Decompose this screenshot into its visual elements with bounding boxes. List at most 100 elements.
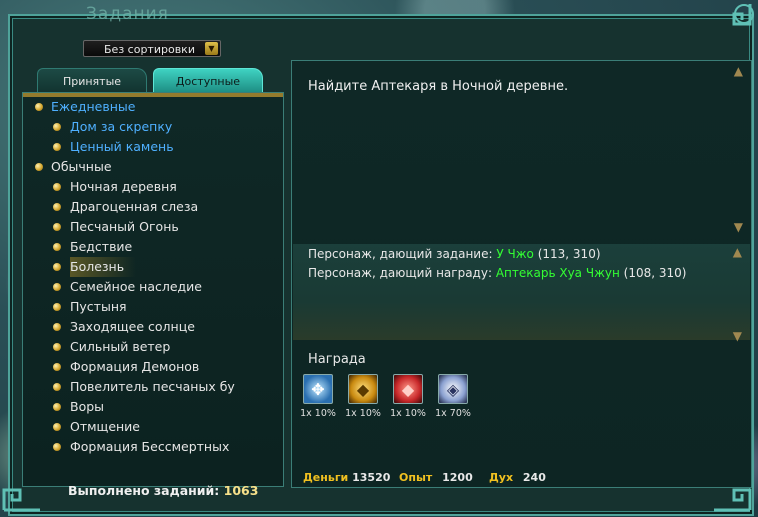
completed-quests: Выполнено заданий: 1063 [68,483,258,498]
category-normal[interactable]: Обычные [23,157,283,177]
bullet-icon [53,343,61,351]
bullet-icon [53,383,61,391]
spirit-stat: Дух 240 [489,471,546,484]
scroll-down-icon[interactable]: ▼ [733,330,742,342]
bullet-icon [53,283,61,291]
quest-item[interactable]: Отмщение [23,417,283,437]
quest-label: Отмщение [70,419,141,434]
quest-item[interactable]: Семейное наследие [23,277,283,297]
quest-item[interactable]: Песчаный Огонь [23,217,283,237]
quest-label: Семейное наследие [70,279,202,294]
quest-item-selected[interactable]: Болезнь [23,257,283,277]
bullet-icon [53,323,61,331]
quest-item[interactable]: Сильный ветер [23,337,283,357]
bullet-icon [53,403,61,411]
silver-crystal-icon: ◈ [446,379,460,399]
quest-item[interactable]: Ночная деревня [23,177,283,197]
reward-title: Награда [308,352,366,367]
quest-window: Задания Без сортировки ▼ Принятые Доступ… [8,4,754,516]
quest-item[interactable]: Пустыня [23,297,283,317]
quest-label: Воры [70,399,105,414]
completed-value: 1063 [223,483,259,498]
receiver-label: Персонаж, дающий награду: [308,266,492,280]
bullet-icon [53,303,61,311]
receiver-name-link[interactable]: Аптекарь Хуа Чжун [496,266,620,280]
money-stat: Деньги 13520 [303,471,390,484]
category-label: Обычные [51,159,112,174]
corner-ornament-icon [732,4,754,26]
quest-description: Найдите Аптекаря в Ночной деревне. [308,79,569,94]
quest-label: Пустыня [70,299,127,314]
corner-ornament-icon [2,488,40,512]
window-title: Задания [86,4,169,24]
quest-item[interactable]: Формация Бессмертных [23,437,283,457]
quest-label: Бедствие [70,239,133,254]
bullet-icon [35,163,43,171]
giver-coords: (113, 310) [537,247,601,261]
exp-stat: Опыт 1200 [399,471,473,484]
quest-label: Формация Демонов [70,359,200,374]
bullet-icon [53,443,61,451]
quest-label: Драгоценная слеза [70,199,199,214]
quest-item[interactable]: Заходящее солнце [23,317,283,337]
tab-available-label: Доступные [175,75,241,88]
tab-accepted[interactable]: Принятые [37,68,147,92]
chevron-down-icon[interactable]: ▼ [205,42,218,55]
exp-label: Опыт [399,471,433,484]
money-value: 13520 [352,471,391,484]
completed-label: Выполнено заданий: [68,483,220,498]
quest-item[interactable]: Дом за скрепку [23,117,283,137]
quest-item[interactable]: Ценный камень [23,137,283,157]
category-daily[interactable]: Ежедневные [23,97,283,117]
scroll-down-icon[interactable]: ▼ [734,221,743,233]
quest-item[interactable]: Повелитель песчаных бу [23,377,283,397]
spirit-value: 240 [522,471,546,484]
bullet-icon [53,363,61,371]
quest-label: Болезнь [70,257,137,277]
quest-label: Ночная деревня [70,179,177,194]
quest-detail-panel: Найдите Аптекаря в Ночной деревне. ▲ ▼ П… [291,60,752,488]
scroll-up-icon[interactable]: ▲ [734,65,743,77]
quest-label: Повелитель песчаных бу [70,379,235,394]
reward-item-2-label: 1x 10% [345,408,381,419]
sort-dropdown[interactable]: Без сортировки ▼ [83,40,221,57]
money-label: Деньги [303,471,349,484]
quest-item[interactable]: Формация Демонов [23,357,283,377]
corner-ornament-icon [714,488,752,512]
spirit-label: Дух [489,471,514,484]
reward-item-3[interactable]: ◆ [393,374,423,404]
reward-item-2[interactable]: ◆ [348,374,378,404]
quest-list-panel: Ежедневные Дом за скрепку Ценный камень … [22,92,284,487]
bullet-icon [35,103,43,111]
quest-label: Ценный камень [70,139,174,154]
crystal-cross-icon: ✥ [311,379,325,399]
quest-label: Формация Бессмертных [70,439,230,454]
quest-giver-line: Персонаж, дающий задание: У Чжо (113, 31… [308,247,601,261]
quest-item[interactable]: Бедствие [23,237,283,257]
quest-label: Дом за скрепку [70,119,173,134]
category-label: Ежедневные [51,99,136,114]
quest-label: Сильный ветер [70,339,171,354]
bullet-icon [53,243,61,251]
quest-label: Песчаный Огонь [70,219,179,234]
reward-giver-line: Персонаж, дающий награду: Аптекарь Хуа Ч… [308,266,686,280]
reward-item-1-label: 1x 10% [300,408,336,419]
quest-item[interactable]: Драгоценная слеза [23,197,283,217]
quest-tree: Ежедневные Дом за скрепку Ценный камень … [23,97,283,457]
reward-item-4-label: 1x 70% [435,408,471,419]
bullet-icon [53,263,61,271]
reward-item-1[interactable]: ✥ [303,374,333,404]
giver-name-link[interactable]: У Чжо [496,247,534,261]
scroll-up-icon[interactable]: ▲ [733,246,742,258]
red-gem-icon: ◆ [401,379,415,399]
tab-available[interactable]: Доступные [153,68,263,92]
bullet-icon [53,223,61,231]
sort-selected-label: Без сортировки [104,43,195,56]
giver-label: Персонаж, дающий задание: [308,247,493,261]
bullet-icon [53,203,61,211]
reward-item-4[interactable]: ◈ [438,374,468,404]
bullet-icon [53,143,61,151]
receiver-coords: (108, 310) [623,266,687,280]
quest-item[interactable]: Воры [23,397,283,417]
reward-item-3-label: 1x 10% [390,408,426,419]
